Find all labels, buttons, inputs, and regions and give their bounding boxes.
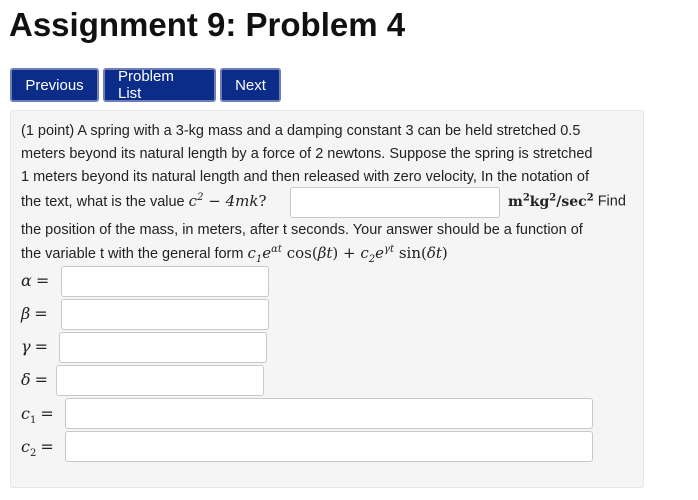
gamma-label: γ = [21, 337, 48, 356]
c2-label: c2 = [21, 437, 54, 460]
alpha-label: α = [21, 271, 50, 290]
alpha-answer-input[interactable] [61, 266, 269, 297]
c1-label: c1 = [21, 404, 54, 427]
page: Assignment 9: Problem 4 Previous Problem… [0, 0, 698, 500]
units-expression: m2kg2/sec2 [508, 192, 594, 210]
beta-label: β = [21, 304, 48, 323]
problem-text-line-2: meters beyond its natural length by a fo… [21, 146, 593, 162]
previous-button[interactable]: Previous [10, 68, 99, 102]
problem-text-line-4: the text, what is the value c2 − 4mk? [21, 192, 267, 210]
page-title: Assignment 9: Problem 4 [9, 6, 406, 43]
gamma-answer-input[interactable] [59, 332, 267, 363]
delta-label: δ = [21, 370, 49, 389]
problem-text-line-3: 1 meters beyond its natural length and t… [21, 169, 589, 185]
points-label: (1 point) [21, 123, 75, 139]
discriminant-expression: c2 − 4mk? [188, 192, 267, 210]
problem-text-line-1: (1 point) A spring with a 3-kg mass and … [21, 123, 581, 139]
problem-panel: (1 point) A spring with a 3-kg mass and … [10, 110, 644, 488]
problem-text-line-5: the position of the mass, in meters, aft… [21, 222, 583, 238]
c1-answer-input[interactable] [65, 398, 593, 429]
problem-text-line-6: the variable t with the general form c1e… [21, 244, 448, 265]
beta-answer-input[interactable] [61, 299, 269, 330]
problem-navigation: Previous Problem List Next [10, 68, 281, 102]
delta-answer-input[interactable] [56, 365, 264, 396]
general-form-expression: c1eαt cos(βt) + c2eγt sin(δt) [247, 244, 448, 265]
units-label: m2kg2/sec2 Find [508, 192, 626, 210]
c2-answer-input[interactable] [65, 431, 593, 462]
next-button[interactable]: Next [220, 68, 281, 102]
discriminant-answer-input[interactable] [290, 187, 500, 218]
problem-list-button[interactable]: Problem List [103, 68, 216, 102]
